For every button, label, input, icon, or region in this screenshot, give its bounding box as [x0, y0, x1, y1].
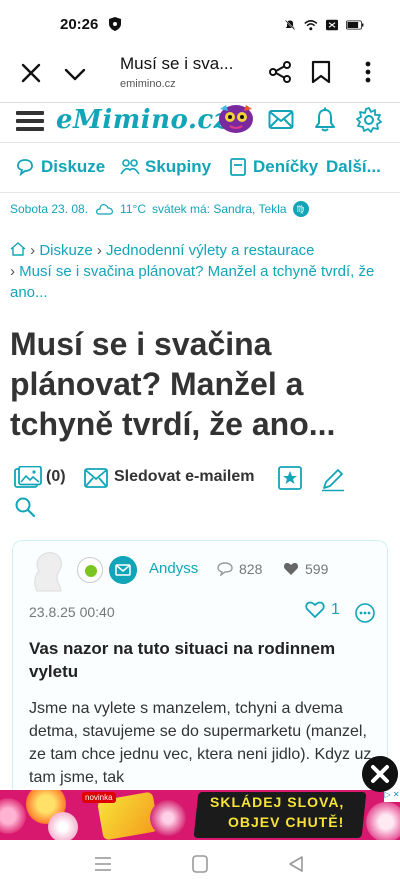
username[interactable]: Andyss — [149, 560, 198, 577]
bell-icon[interactable] — [314, 107, 336, 133]
post-title: Vas nazor na tuto situaci na rodinnem vy… — [29, 639, 336, 681]
online-status-indicator — [77, 557, 103, 583]
ad-line-1: SKLÁDEJ SLOVA, — [210, 794, 345, 810]
edit-icon[interactable] — [320, 466, 346, 492]
post-date: 23.8.25 00:40 — [29, 604, 115, 620]
ad-banner[interactable]: novinka SKLÁDEJ SLOVA, OBJEV CHUTĚ! ▷ ✕ — [0, 790, 400, 840]
menu-icon[interactable] — [16, 109, 44, 133]
shield-icon — [109, 17, 121, 31]
date-text: Sobota 23. 08. — [10, 202, 89, 216]
breadcrumb-item[interactable]: Musí se i svačina plánovat? Manžel a tch… — [10, 263, 374, 301]
cloud-icon — [96, 204, 114, 215]
comment-count-value: 828 — [239, 561, 263, 577]
candy-image — [48, 812, 78, 840]
breadcrumb: › Diskuze › Jednodenní výlety a restaura… — [10, 240, 392, 303]
nav-item-skupiny[interactable]: Skupiny — [120, 157, 211, 177]
status-bar: 20:26 — [0, 0, 400, 48]
ad-badge: novinka — [82, 792, 116, 803]
more-vert-icon[interactable] — [360, 60, 376, 84]
heart-icon — [283, 563, 299, 575]
comment-count: 828 — [217, 561, 262, 577]
site-logo[interactable]: eMimino.cz — [56, 105, 229, 135]
avatar[interactable] — [27, 549, 69, 593]
temperature: 11°C — [120, 202, 146, 216]
like-count: 1 — [331, 601, 340, 618]
mail-icon[interactable] — [84, 468, 108, 488]
gear-icon[interactable] — [356, 107, 382, 133]
like-button[interactable]: 1 — [305, 601, 340, 619]
candy-image — [366, 802, 400, 840]
nav-item-dalsi[interactable]: Další... — [326, 157, 381, 177]
screen: 20:26 Musí se i sva... emimino.cz eMimin… — [0, 0, 400, 889]
divider — [0, 142, 400, 143]
breadcrumb-separator: › — [10, 263, 15, 280]
home-icon[interactable] — [10, 242, 26, 256]
group-icon — [120, 159, 140, 175]
ad-line-2: OBJEV CHUTĚ! — [228, 814, 345, 830]
breadcrumb-separator: › — [96, 242, 102, 259]
heart-count-value: 599 — [305, 561, 329, 577]
post-card: Andyss 828 599 23.8.25 00:40 1 Vas nazor… — [12, 540, 388, 800]
wifi-icon — [304, 20, 318, 31]
main-nav: Diskuze Skupiny Deníčky Další... — [0, 152, 400, 186]
diary-icon — [230, 158, 246, 176]
browser-domain: emimino.cz — [120, 78, 176, 90]
share-icon[interactable] — [268, 60, 292, 84]
nav-item-denicky[interactable]: Deníčky — [228, 157, 318, 177]
nav-label: Další... — [326, 157, 381, 176]
comment-icon — [217, 562, 233, 576]
sim-icon — [325, 19, 338, 31]
ad-info-icon[interactable]: ▷ ✕ — [384, 790, 400, 802]
browser-page-title: Musí se i sva... — [120, 54, 234, 73]
nameday-text[interactable]: svátek má: Sandra, Tekla — [152, 202, 287, 216]
mute-icon — [284, 19, 296, 31]
status-time: 20:26 — [60, 16, 99, 33]
chat-icon — [17, 159, 33, 177]
search-icon[interactable] — [14, 496, 36, 518]
zodiac-icon[interactable]: ♍ — [292, 201, 309, 217]
nav-label: Skupiny — [145, 157, 212, 176]
photo-count[interactable]: (0) — [46, 468, 66, 486]
article-actions: (0) Sledovat e-mailem — [10, 462, 390, 522]
mascot-icon — [219, 105, 253, 133]
candy-image — [0, 798, 26, 834]
info-line: Sobota 23. 08. 11°C svátek má: Sandra, T… — [10, 201, 309, 217]
page-title: Musí se i svačina plánovat? Manžel a tch… — [10, 326, 336, 442]
site-header: eMimino.cz — [0, 103, 400, 143]
system-nav-bar — [0, 840, 400, 889]
photo-icon[interactable] — [14, 466, 42, 490]
close-icon[interactable] — [18, 60, 44, 86]
breadcrumb-item[interactable]: Diskuze — [39, 242, 92, 259]
breadcrumb-item[interactable]: Jednodenní výlety a restaurace — [106, 242, 314, 259]
message-icon[interactable] — [109, 556, 137, 584]
heart-count: 599 — [283, 561, 328, 577]
divider — [0, 192, 400, 193]
back-icon[interactable] — [288, 855, 304, 873]
heart-outline-icon — [305, 601, 325, 619]
breadcrumb-separator: › — [30, 242, 36, 259]
more-options-icon[interactable] — [355, 603, 375, 623]
follow-email-link[interactable]: Sledovat e-mailem — [114, 468, 255, 486]
candy-image — [150, 800, 186, 836]
recent-apps-icon[interactable] — [94, 856, 112, 872]
favorite-icon[interactable] — [278, 466, 302, 490]
mail-icon[interactable] — [268, 109, 294, 131]
nav-item-diskuze[interactable]: Diskuze — [16, 157, 105, 177]
nav-label: Deníčky — [253, 157, 319, 176]
battery-icon — [345, 20, 364, 30]
bookmark-icon[interactable] — [310, 60, 332, 84]
home-button-icon[interactable] — [192, 855, 208, 873]
ad-close-icon[interactable] — [362, 756, 398, 792]
browser-header: Musí se i sva... emimino.cz — [0, 48, 400, 102]
status-icons — [284, 16, 364, 34]
chevron-down-icon[interactable] — [62, 62, 88, 88]
nav-label: Diskuze — [41, 157, 106, 176]
post-body: Jsme na vylete s manzelem, tchyni a dvem… — [29, 700, 372, 786]
